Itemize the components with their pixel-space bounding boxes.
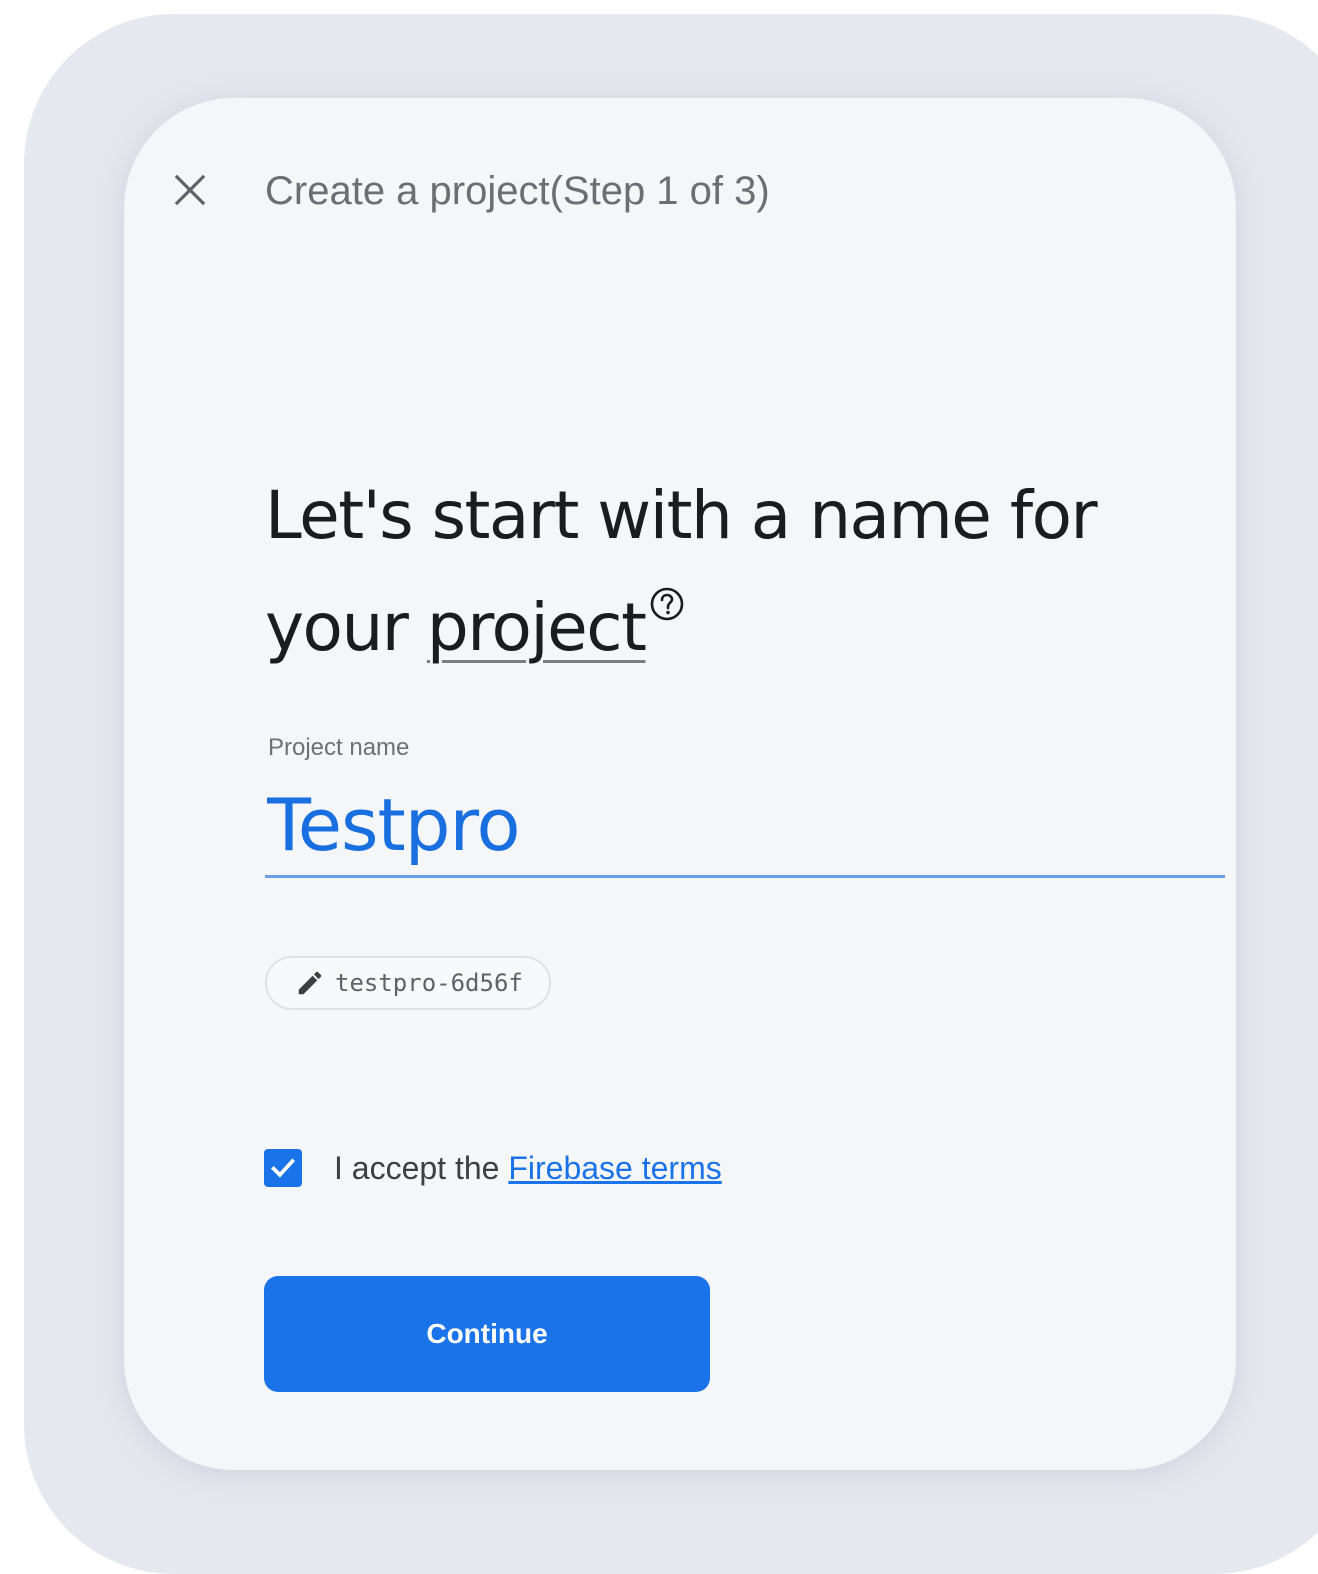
firebase-terms-link[interactable]: Firebase terms: [508, 1150, 721, 1186]
terms-label: I accept the Firebase terms: [334, 1150, 722, 1187]
project-id-text: testpro-6d56f: [335, 969, 523, 997]
pencil-icon: [298, 971, 322, 995]
project-name-input[interactable]: [265, 774, 1225, 878]
heading-text: Let's start with a name for your: [265, 477, 1098, 666]
page-heading: Let's start with a name for your project: [265, 460, 1225, 684]
project-id-chip[interactable]: testpro-6d56f: [265, 956, 551, 1010]
continue-button[interactable]: Continue: [264, 1276, 710, 1392]
terms-row: I accept the Firebase terms: [264, 1146, 722, 1190]
close-button[interactable]: [166, 166, 214, 214]
terms-text: I accept the: [334, 1149, 509, 1186]
project-name-label: Project name: [268, 734, 410, 761]
help-circle-icon[interactable]: [649, 586, 685, 622]
close-icon: [174, 174, 206, 206]
accept-terms-checkbox[interactable]: [264, 1149, 302, 1187]
heading-term-project[interactable]: project: [427, 589, 647, 666]
dialog-step-title: Create a project(Step 1 of 3): [265, 169, 770, 213]
checkmark-icon: [270, 1158, 296, 1178]
